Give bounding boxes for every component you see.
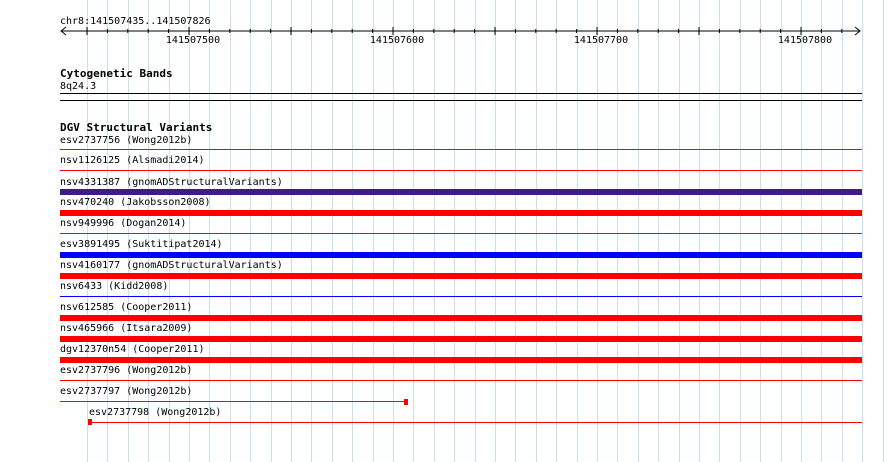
genome-browser-view: chr8:141507435..141507826 141507500 1415… [0,0,890,462]
variant-label[interactable]: nsv6433 (Kidd2008) [60,281,168,293]
variant-label[interactable]: nsv465966 (Itsara2009) [60,323,192,335]
variant-feature[interactable] [60,380,862,381]
grid-line [740,0,741,462]
grid-line [617,0,618,462]
variant-feature[interactable] [60,336,862,342]
grid-line [373,0,374,462]
grid-line [842,0,843,462]
grid-line [658,0,659,462]
variant-label[interactable]: esv2737797 (Wong2012b) [60,386,192,398]
variant-feature[interactable] [60,210,862,216]
variant-label[interactable]: esv2737796 (Wong2012b) [60,365,192,377]
grid-line [250,0,251,462]
variant-label[interactable]: dgv12370n54 (Cooper2011) [60,344,205,356]
grid-line [291,0,292,462]
grid-line [760,0,761,462]
cytoband-bar[interactable] [60,93,862,94]
variant-label[interactable]: nsv4160177 (gnomADStructuralVariants) [60,260,283,272]
variant-feature[interactable] [60,252,862,258]
grid-line [638,0,639,462]
grid-line [271,0,272,462]
variant-feature[interactable] [90,422,862,423]
variant-label[interactable]: nsv949996 (Dogan2014) [60,218,186,230]
grid-line [883,0,884,462]
variant-feature[interactable] [60,233,862,234]
variant-label[interactable]: esv2737798 (Wong2012b) [89,407,221,419]
grid-line [515,0,516,462]
variant-label[interactable]: esv2737756 (Wong2012b) [60,135,192,147]
grid-line [597,0,598,462]
variant-feature[interactable] [60,296,862,297]
track-divider [60,100,862,101]
grid-line [781,0,782,462]
variant-label[interactable]: nsv470240 (Jakobsson2008) [60,197,211,209]
variant-feature[interactable] [60,273,862,279]
grid-line [821,0,822,462]
grid-line [699,0,700,462]
grid-line [209,0,210,462]
variant-label[interactable]: nsv612585 (Cooper2011) [60,302,192,314]
grid-line [393,0,394,462]
grid-line [556,0,557,462]
grid-line [495,0,496,462]
grid-line [352,0,353,462]
grid-line [679,0,680,462]
variant-feature[interactable] [60,401,406,402]
variant-end-cap[interactable] [404,399,408,405]
grid-line [413,0,414,462]
variant-label[interactable]: esv3891495 (Suktitipat2014) [60,239,223,251]
grid-line [577,0,578,462]
ruler-tick-label: 141507800 [777,35,833,46]
variant-feature[interactable] [60,170,862,171]
grid-line [434,0,435,462]
grid-line [475,0,476,462]
cytoband-track-title[interactable]: Cytogenetic Bands [60,68,173,80]
variant-feature[interactable] [60,315,862,321]
variant-label[interactable]: nsv4331387 (gnomADStructuralVariants) [60,177,283,189]
grid-line [230,0,231,462]
variant-label[interactable]: nsv1126125 (Alsmadi2014) [60,155,205,167]
grid-line [801,0,802,462]
grid-line [332,0,333,462]
ruler-tick-label: 141507500 [165,35,221,46]
grid-line [454,0,455,462]
cytoband-name[interactable]: 8q24.3 [60,81,96,93]
ruler [60,26,861,36]
dgv-track-title[interactable]: DGV Structural Variants [60,122,212,134]
ruler-tick-label: 141507600 [369,35,425,46]
grid-line [536,0,537,462]
grid-line [311,0,312,462]
grid-line [719,0,720,462]
variant-feature[interactable] [60,149,862,150]
grid-line [862,0,863,462]
ruler-tick-label: 141507700 [573,35,629,46]
variant-feature[interactable] [60,189,862,195]
variant-feature[interactable] [60,357,862,363]
